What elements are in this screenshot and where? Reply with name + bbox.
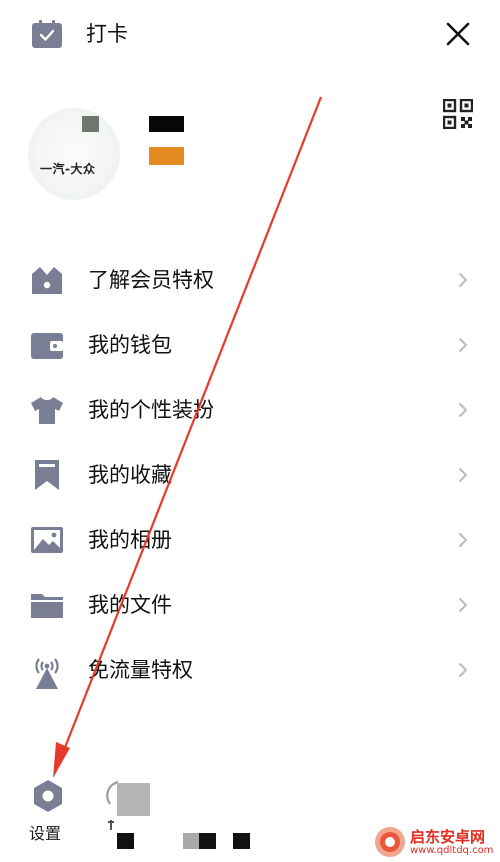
watermark-url: www.qdltdq.com xyxy=(410,845,494,856)
watermark-logo-icon xyxy=(375,827,405,857)
annotation-arrow xyxy=(53,96,323,778)
watermark-title: 启东安卓网 xyxy=(410,828,486,846)
